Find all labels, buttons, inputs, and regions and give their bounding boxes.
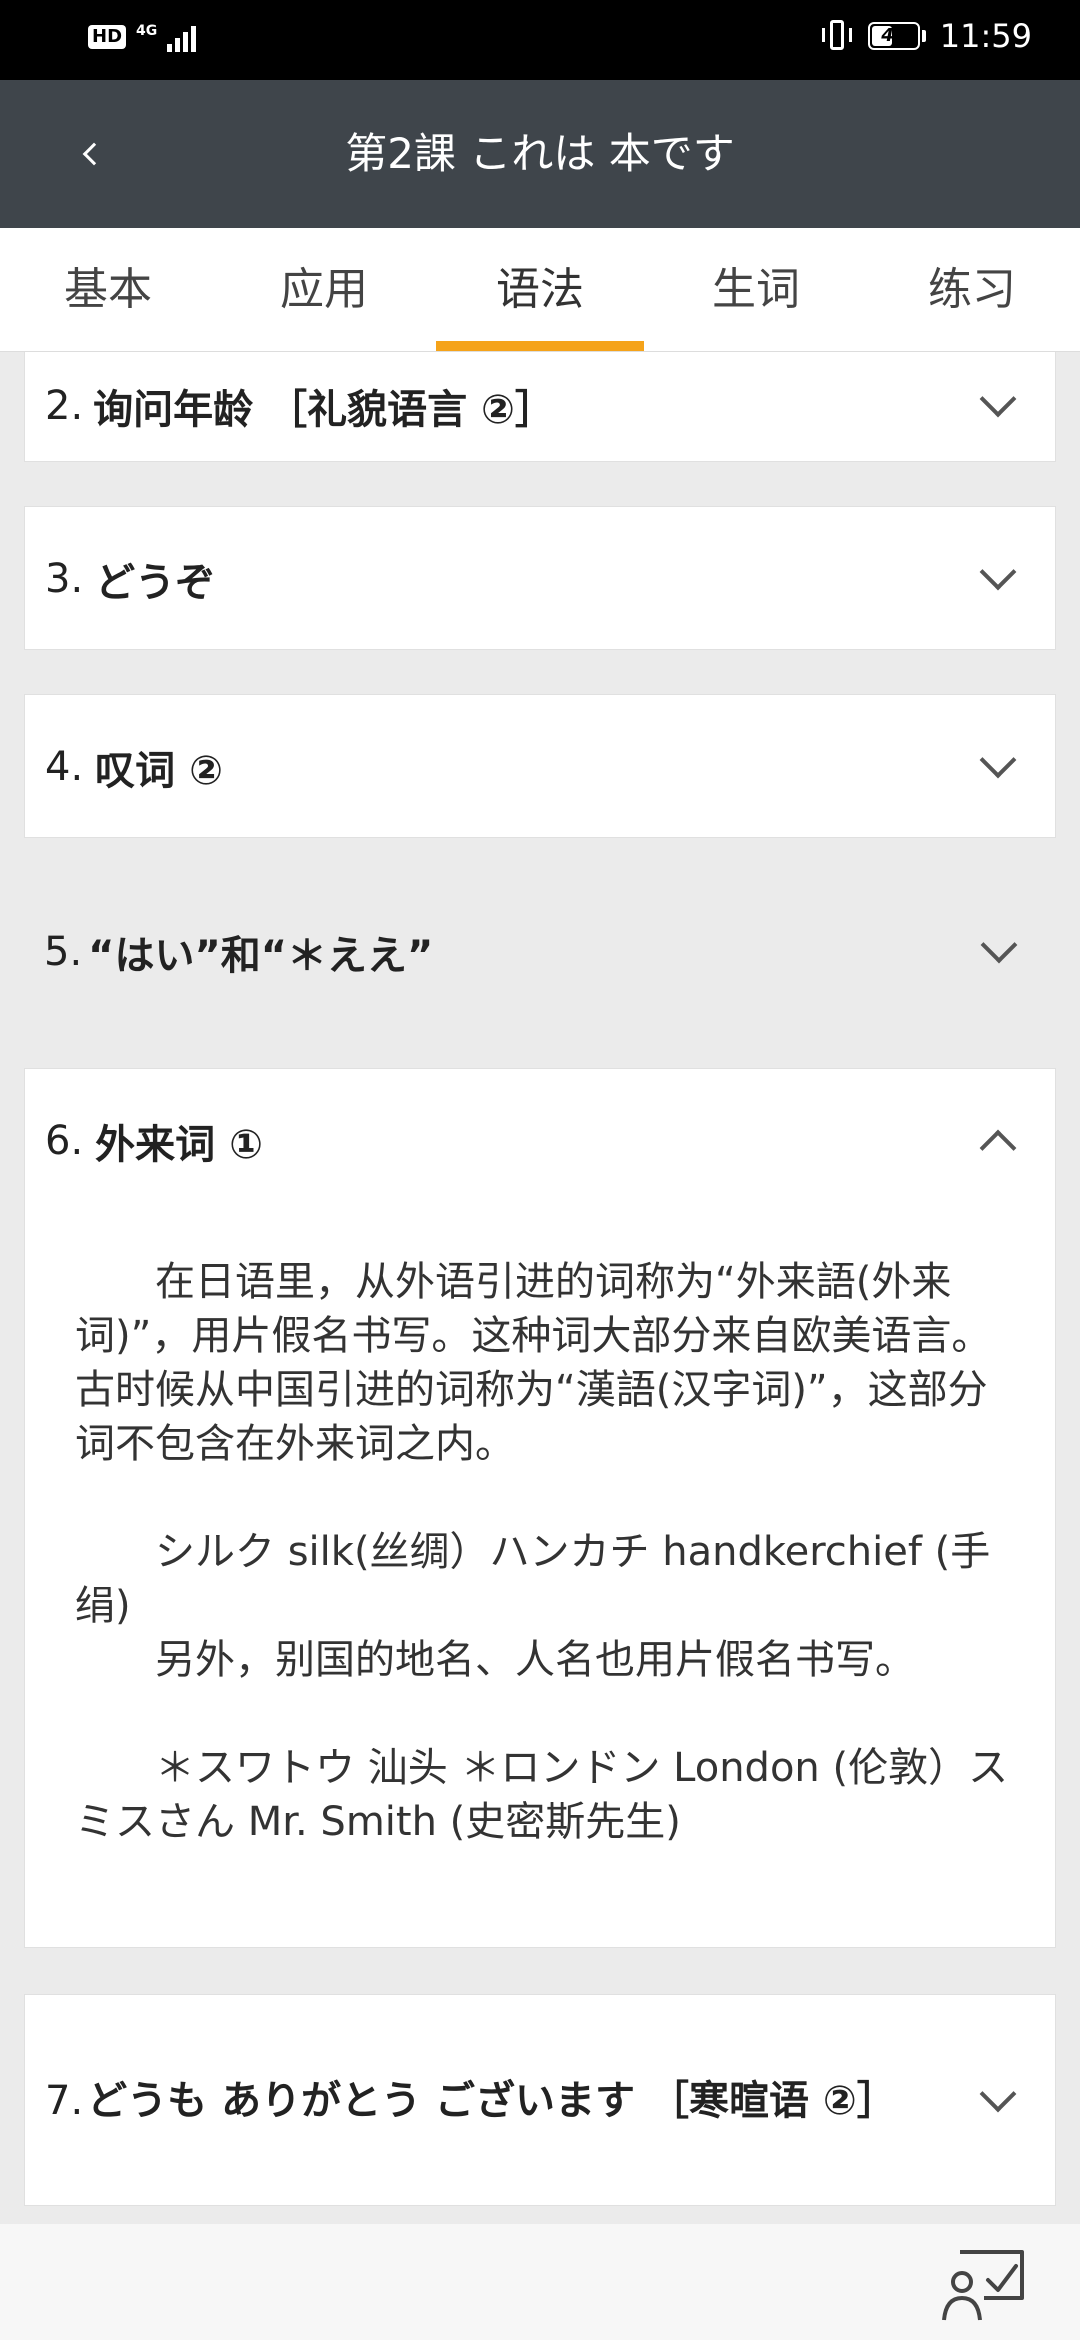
item-number: 7. (45, 2078, 84, 2124)
grammar-item-2[interactable]: 2. 询问年龄 ［礼貌语言 ②］ (24, 352, 1056, 462)
chevron-down-icon (979, 380, 1017, 418)
app-header: 第2課 これは 本です (0, 80, 1080, 228)
network-label: 4G (136, 23, 158, 39)
item-title: “はい”和“＊ええ” (88, 933, 434, 979)
grammar-item-6-header[interactable]: 6. 外来词 ① (25, 1069, 1055, 1213)
clock: 11:59 (939, 17, 1032, 55)
chevron-down-icon (980, 926, 1018, 964)
grammar-item-6-body: 在日语里，从外语引进的词称为“外来語(外来词)”，用片假名书写。这种词大部分来自… (25, 1213, 1055, 1849)
grammar-item-3[interactable]: 3. どうぞ (24, 506, 1056, 650)
item-number: 5. (44, 929, 83, 975)
tab-basic[interactable]: 基本 (0, 228, 216, 351)
item-title: 外来词 ① (95, 1122, 263, 1168)
status-left: HD 4G (88, 22, 197, 52)
grammar-item-7[interactable]: 7. どうも ありがとう ございます ［寒暄语 ②］ (24, 1994, 1056, 2206)
chevron-up-icon (979, 1129, 1017, 1167)
tab-vocabulary[interactable]: 生词 (648, 228, 864, 351)
grammar-item-4[interactable]: 4. 叹词 ② (24, 694, 1056, 838)
battery-level: 46 (881, 25, 907, 46)
example-paragraph-2: ＊スワトウ 汕头 ＊ロンドン London (伦敦）スミスさん Mr. Smit… (75, 1745, 1009, 1845)
item-number: 2. (45, 383, 84, 429)
chevron-down-icon (979, 553, 1017, 591)
grammar-item-6: 6. 外来词 ① 在日语里，从外语引进的词称为“外来語(外来词)”，用片假名书写… (24, 1068, 1056, 1948)
vibrate-icon (820, 18, 854, 54)
item-title: どうぞ (95, 560, 216, 606)
explanation-paragraph: 在日语里，从外语引进的词称为“外来語(外来词)”，用片假名书写。这种词大部分来自… (75, 1259, 992, 1467)
chevron-down-icon (979, 741, 1017, 779)
item-title: どうも ありがとう ございます ［寒暄语 ②］ (87, 2078, 897, 2124)
tab-bar: 基本 应用 语法 生词 练习 (0, 228, 1080, 352)
status-right: 46 11:59 (820, 18, 1032, 54)
tab-exercise[interactable]: 练习 (864, 228, 1080, 351)
tab-application[interactable]: 应用 (216, 228, 432, 351)
grammar-list: 2. 询问年龄 ［礼貌语言 ②］ 3. どうぞ 4. 叹词 ② 5. “はい”和… (0, 352, 1080, 2224)
page-title: 第2課 これは 本です (345, 129, 735, 178)
item-number: 4. (45, 744, 84, 790)
chevron-down-icon (979, 2075, 1017, 2113)
item-title: 询问年龄 ［礼貌语言 ②］ (93, 387, 555, 433)
item-number: 6. (45, 1118, 84, 1164)
battery-icon: 46 (867, 22, 926, 50)
item-number: 3. (45, 556, 84, 602)
item-title: 叹词 ② (95, 748, 223, 794)
tab-grammar[interactable]: 语法 (432, 228, 648, 351)
status-bar: HD 4G 46 11:59 (0, 0, 1080, 80)
study-note-icon[interactable] (940, 2244, 1030, 2324)
example-paragraph: シルク silk(丝绸）ハンカチ handkerchief (手绢) (75, 1529, 991, 1629)
grammar-item-5[interactable]: 5. “はい”和“＊ええ” (24, 880, 1056, 1024)
bottom-bar (0, 2224, 1080, 2340)
explanation-paragraph-2: 另外，别国的地名、人名也用片假名书写。 (155, 1637, 915, 1683)
hd-icon: HD (88, 25, 127, 49)
signal-icon (167, 22, 197, 52)
